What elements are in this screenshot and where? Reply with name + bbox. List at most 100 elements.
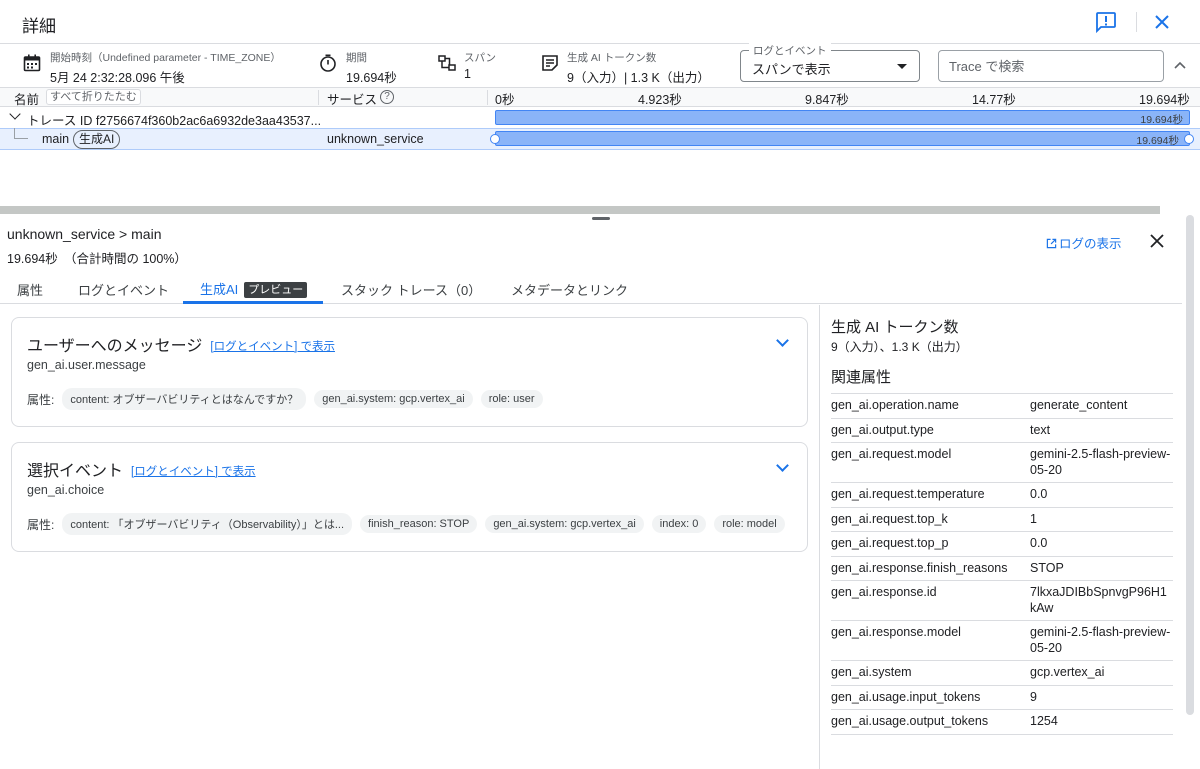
column-divider[interactable]: [318, 90, 319, 105]
calendar-icon: [22, 53, 42, 73]
view-logs-label: ログの表示: [1059, 237, 1122, 251]
preview-badge: プレビュー: [244, 282, 308, 298]
span-timeline-bar[interactable]: 19.694秒: [495, 131, 1190, 147]
attribute-key: gen_ai.response.model: [831, 620, 1030, 661]
tab-stack-trace[interactable]: スタック トレース（0）: [341, 280, 481, 299]
genai-summary-pane: 生成 AI トークン数 9（入力）、1.3 K（出力） 関連属性 gen_ai.…: [819, 305, 1181, 769]
attribute-chip[interactable]: finish_reason: STOP: [360, 515, 478, 533]
breadcrumb-span: main: [131, 226, 162, 242]
resize-handle[interactable]: [592, 217, 610, 220]
event-attributes: 属性: content: オブザーバビリティとはなんですか？ gen_ai.sy…: [27, 388, 543, 410]
attributes-label: 属性:: [27, 392, 55, 407]
view-in-logs-link[interactable]: [ログとイベント] で表示: [131, 466, 256, 478]
tab-logs-events[interactable]: ログとイベント: [78, 280, 169, 299]
attribute-value: gcp.vertex_ai: [1030, 660, 1173, 685]
panel-header: 詳細: [0, 0, 1200, 44]
attribute-chip[interactable]: role: user: [480, 390, 543, 408]
help-icon[interactable]: ?: [380, 90, 394, 104]
close-icon[interactable]: [1150, 10, 1174, 34]
attribute-row: gen_ai.request.top_p 0.0: [831, 531, 1173, 556]
card-title-text: ユーザーへのメッセージ: [27, 338, 203, 355]
trace-details-panel: 詳細 開始時刻（Undefined parameter - TIME_ZONE）…: [0, 0, 1200, 769]
token-count-value: 9（入力）、1.3 K（出力）: [831, 340, 968, 354]
attribute-value: gemini-2.5-flash-preview-05-20: [1030, 442, 1173, 483]
user-message-card[interactable]: ユーザーへのメッセージ [ログとイベント] で表示 gen_ai.user.mes…: [11, 317, 808, 427]
attribute-chip[interactable]: role: model: [714, 515, 785, 533]
trace-timeline-bar[interactable]: 19.694秒: [495, 110, 1190, 126]
trace-row[interactable]: トレース ID f2756674f360b2ac6a6932de3aa43537…: [0, 107, 1200, 128]
attribute-key: gen_ai.usage.output_tokens: [831, 709, 1030, 735]
attribute-key: gen_ai.request.temperature: [831, 482, 1030, 507]
name-column-header: 名前: [14, 93, 40, 107]
attribute-row: gen_ai.response.model gemini-2.5-flash-pr…: [831, 620, 1173, 661]
panel-title: 詳細: [22, 17, 56, 36]
bar-start-handle[interactable]: [490, 134, 500, 144]
attribute-key: gen_ai.response.id: [831, 580, 1030, 621]
trace-table-header: 名前 すべて折りたたむ サービス ? 0秒 4.923秒 9.847秒 14.7…: [0, 88, 1200, 107]
attribute-row: gen_ai.response.finish_reasons STOP: [831, 555, 1173, 581]
attribute-row: gen_ai.request.top_k 1: [831, 506, 1173, 532]
attribute-key: gen_ai.operation.name: [831, 393, 1030, 418]
span-service: unknown_service: [327, 132, 424, 146]
chevron-down-icon[interactable]: [776, 459, 789, 472]
vertical-scrollbar[interactable]: [1186, 215, 1194, 715]
collapse-all-button[interactable]: すべて折りたたむ: [46, 89, 141, 105]
logs-events-select[interactable]: ログとイベント スパンで表示: [740, 43, 920, 82]
attribute-value: STOP: [1030, 555, 1173, 581]
breadcrumb-separator: >: [115, 226, 132, 242]
timeline-tick: 14.77秒: [972, 93, 1016, 107]
timeline-tick: 19.694秒: [1139, 93, 1190, 107]
detail-tabs: 属性 ログとイベント 生成AI プレビュー スタック トレース（0） メタデータと…: [0, 270, 1182, 304]
attribute-value: 0.0: [1030, 531, 1173, 556]
attribute-row: gen_ai.usage.output_tokens 1254: [831, 709, 1173, 735]
attribute-value: 9: [1030, 684, 1173, 710]
attribute-value: 7lkxaJDIBbSpnvgP96H1kAw: [1030, 580, 1173, 621]
tree-connector: [14, 128, 28, 139]
tab-attributes[interactable]: 属性: [17, 280, 43, 299]
attribute-chip[interactable]: index: 0: [651, 515, 707, 533]
horizontal-scrollbar[interactable]: [0, 206, 1160, 214]
trace-id-label: トレース ID f2756674f360b2ac6a6932de3aa43537…: [27, 114, 322, 128]
view-logs-link[interactable]: ログの表示: [1046, 233, 1122, 252]
breadcrumb-service: unknown_service: [7, 226, 116, 242]
bar-end-handle[interactable]: [1184, 134, 1194, 144]
attribute-key: gen_ai.output.type: [831, 417, 1030, 443]
span-name: main: [42, 132, 70, 146]
attribute-key: gen_ai.response.finish_reasons: [831, 555, 1030, 581]
attribute-value: gemini-2.5-flash-preview-05-20: [1030, 620, 1173, 661]
attribute-row: gen_ai.operation.name generate_content: [831, 393, 1173, 418]
card-title: ユーザーへのメッセージ [ログとイベント] で表示: [27, 332, 335, 356]
attribute-row: gen_ai.request.temperature 0.0: [831, 482, 1173, 507]
genai-chip: 生成AI: [73, 130, 121, 149]
attribute-key: gen_ai.request.top_p: [831, 531, 1030, 556]
open-in-new-icon: [1046, 238, 1057, 249]
span-breadcrumb: unknown_service > main: [7, 226, 162, 242]
tab-metadata-links[interactable]: メタデータとリンク: [511, 280, 628, 299]
view-in-logs-link[interactable]: [ログとイベント] で表示: [210, 341, 335, 353]
attribute-chip[interactable]: gen_ai.system: gcp.vertex_ai: [485, 515, 644, 533]
attribute-chip[interactable]: content: オブザーバビリティとはなんですか？: [62, 388, 307, 410]
card-title-text: 選択イベント: [27, 463, 124, 480]
service-column-header: サービス: [327, 93, 378, 107]
attribute-chip[interactable]: content: 「オブザーバビリティ（Observability）」とは...: [62, 513, 353, 535]
attribute-row: gen_ai.usage.input_tokens 9: [831, 684, 1173, 710]
tab-genai[interactable]: 生成AI プレビュー: [200, 279, 308, 298]
bar-duration-label: 19.694秒: [1136, 135, 1179, 147]
close-detail-icon[interactable]: [1148, 232, 1166, 250]
card-title: 選択イベント [ログとイベント] で表示: [27, 457, 256, 481]
timeline-tick: 0秒: [495, 93, 515, 107]
start-time: 開始時刻（Undefined parameter - TIME_ZONE） 5月…: [50, 52, 281, 85]
attribute-chip[interactable]: gen_ai.system: gcp.vertex_ai: [314, 390, 473, 408]
attributes-label: 属性:: [27, 517, 55, 532]
attribute-row: gen_ai.output.type text: [831, 417, 1173, 443]
duration: 期間 19.694秒: [346, 52, 397, 85]
span-row-selected[interactable]: main 生成AI unknown_service 19.694秒: [0, 128, 1200, 150]
attribute-row: gen_ai.system gcp.vertex_ai: [831, 660, 1173, 685]
chevron-up-icon[interactable]: [1172, 58, 1188, 74]
chevron-down-icon[interactable]: [776, 334, 789, 347]
feedback-icon[interactable]: [1094, 10, 1118, 34]
choice-event-card[interactable]: 選択イベント [ログとイベント] で表示 gen_ai.choice 属性: co…: [11, 442, 808, 552]
column-divider[interactable]: [487, 90, 488, 105]
chevron-down-icon[interactable]: [9, 108, 21, 120]
trace-search-input[interactable]: [938, 50, 1164, 82]
